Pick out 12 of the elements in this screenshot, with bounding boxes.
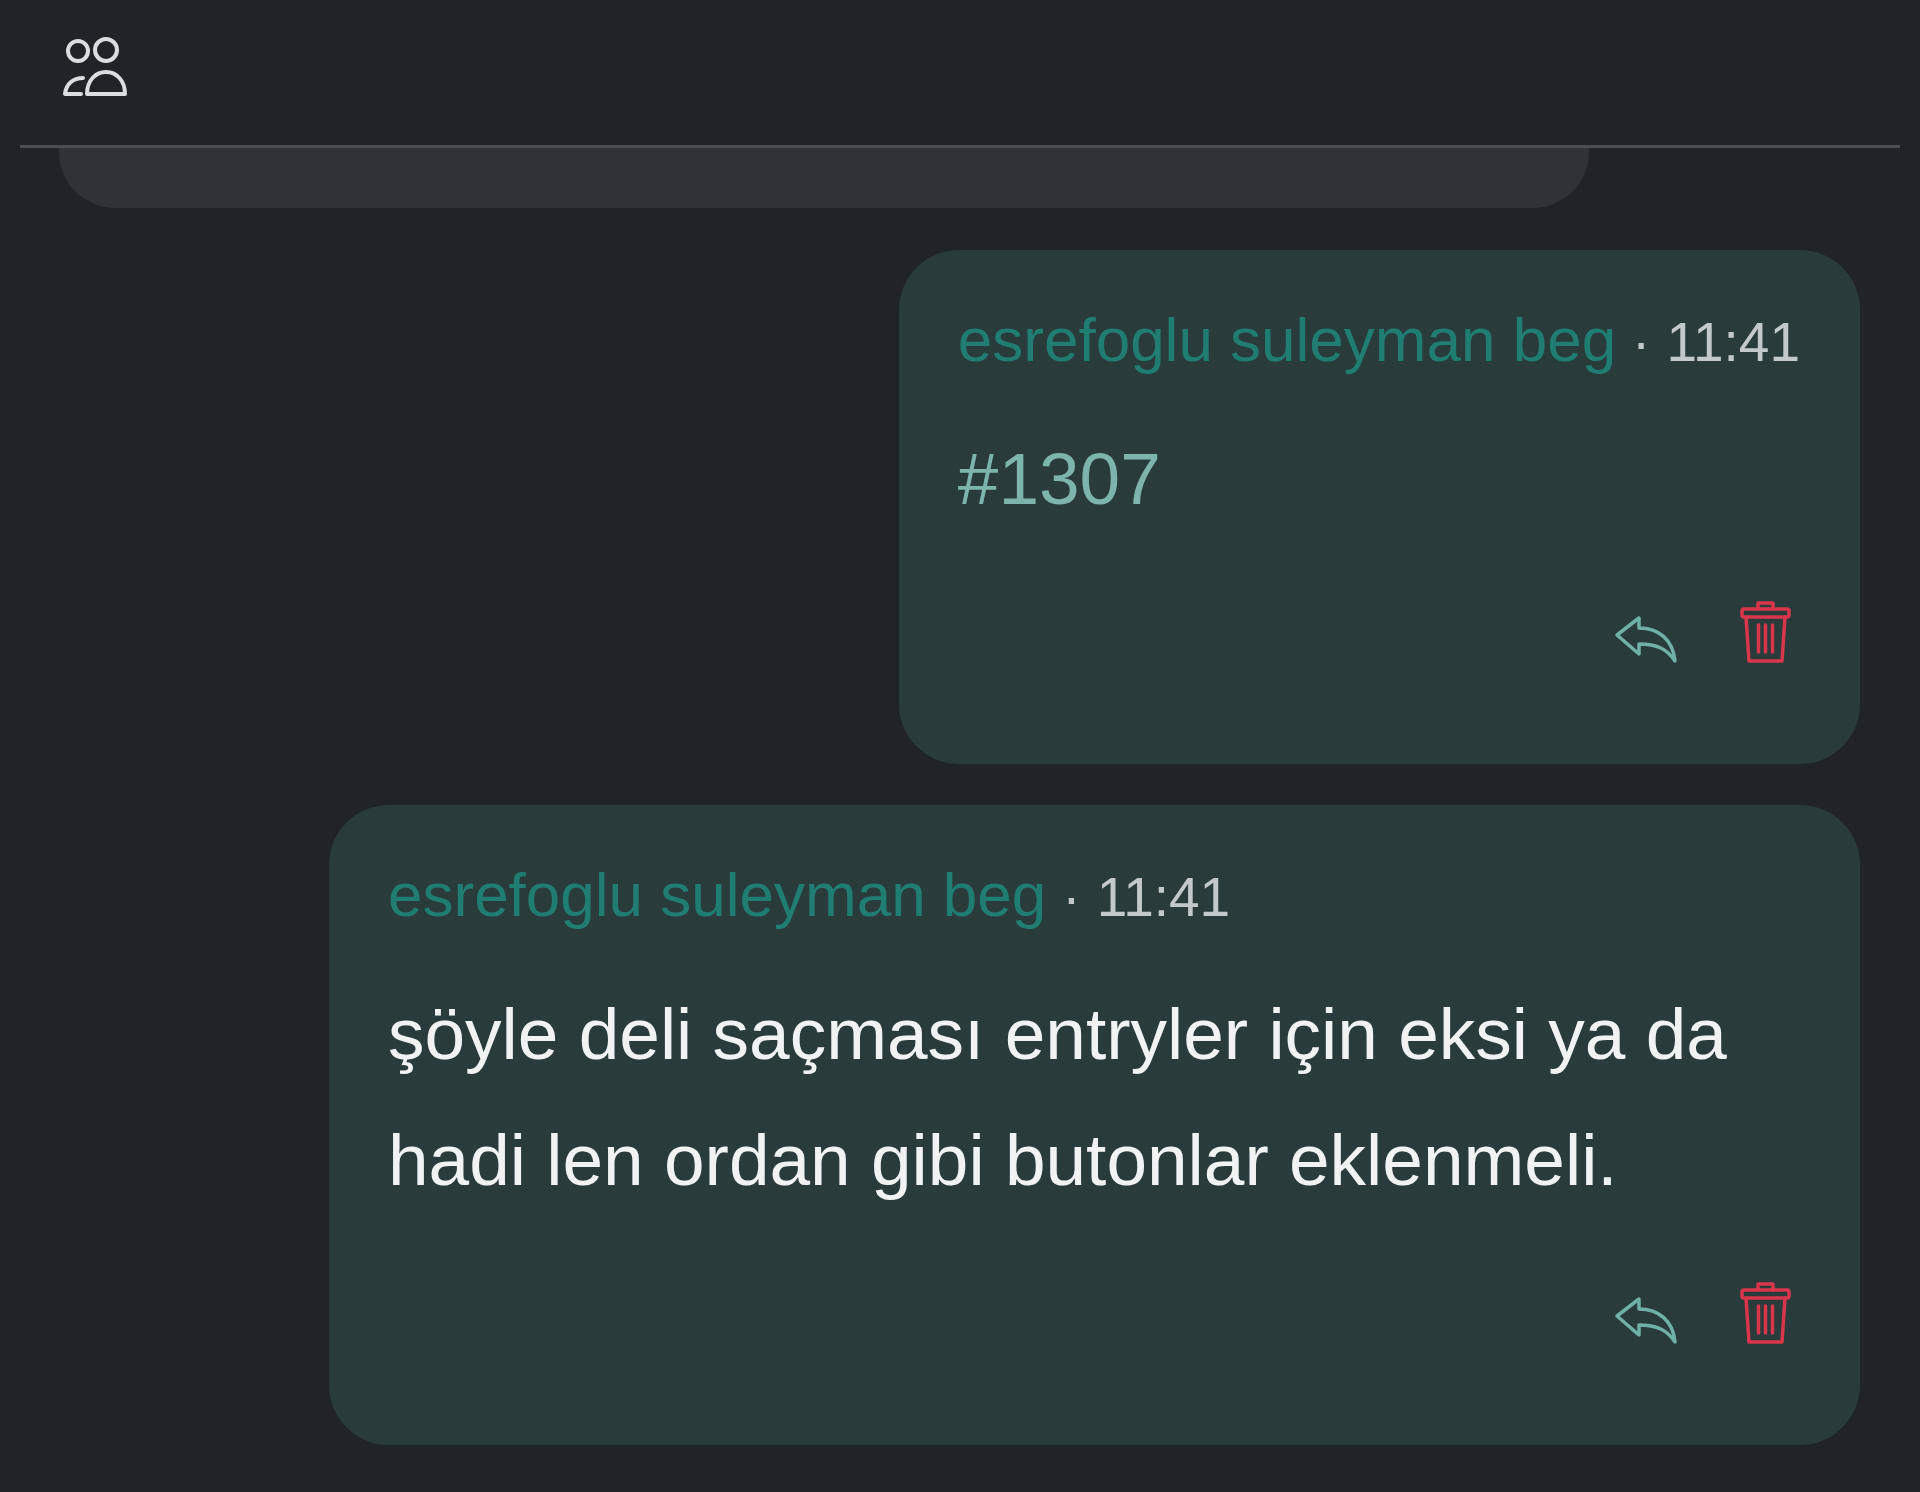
author-name: esrefoglu suleyman beg: [957, 304, 1617, 376]
trash-icon[interactable]: [1739, 1281, 1792, 1345]
trash-icon[interactable]: [1739, 600, 1792, 664]
message-time: 11:41: [1666, 310, 1800, 375]
reply-icon[interactable]: [1614, 1295, 1678, 1345]
separator: ·: [1062, 865, 1081, 930]
reply-icon[interactable]: [1614, 614, 1678, 664]
message-text: #1307: [957, 437, 1162, 521]
message-text: şöyle deli saçması entryler için eksi ya da hadi len ordan gibi butonlar eklenmeli.: [388, 992, 1728, 1202]
message-time: 11:41: [1096, 865, 1231, 930]
separator: ·: [1632, 310, 1651, 375]
author-name: esrefoglu suleyman beg: [388, 859, 1047, 931]
